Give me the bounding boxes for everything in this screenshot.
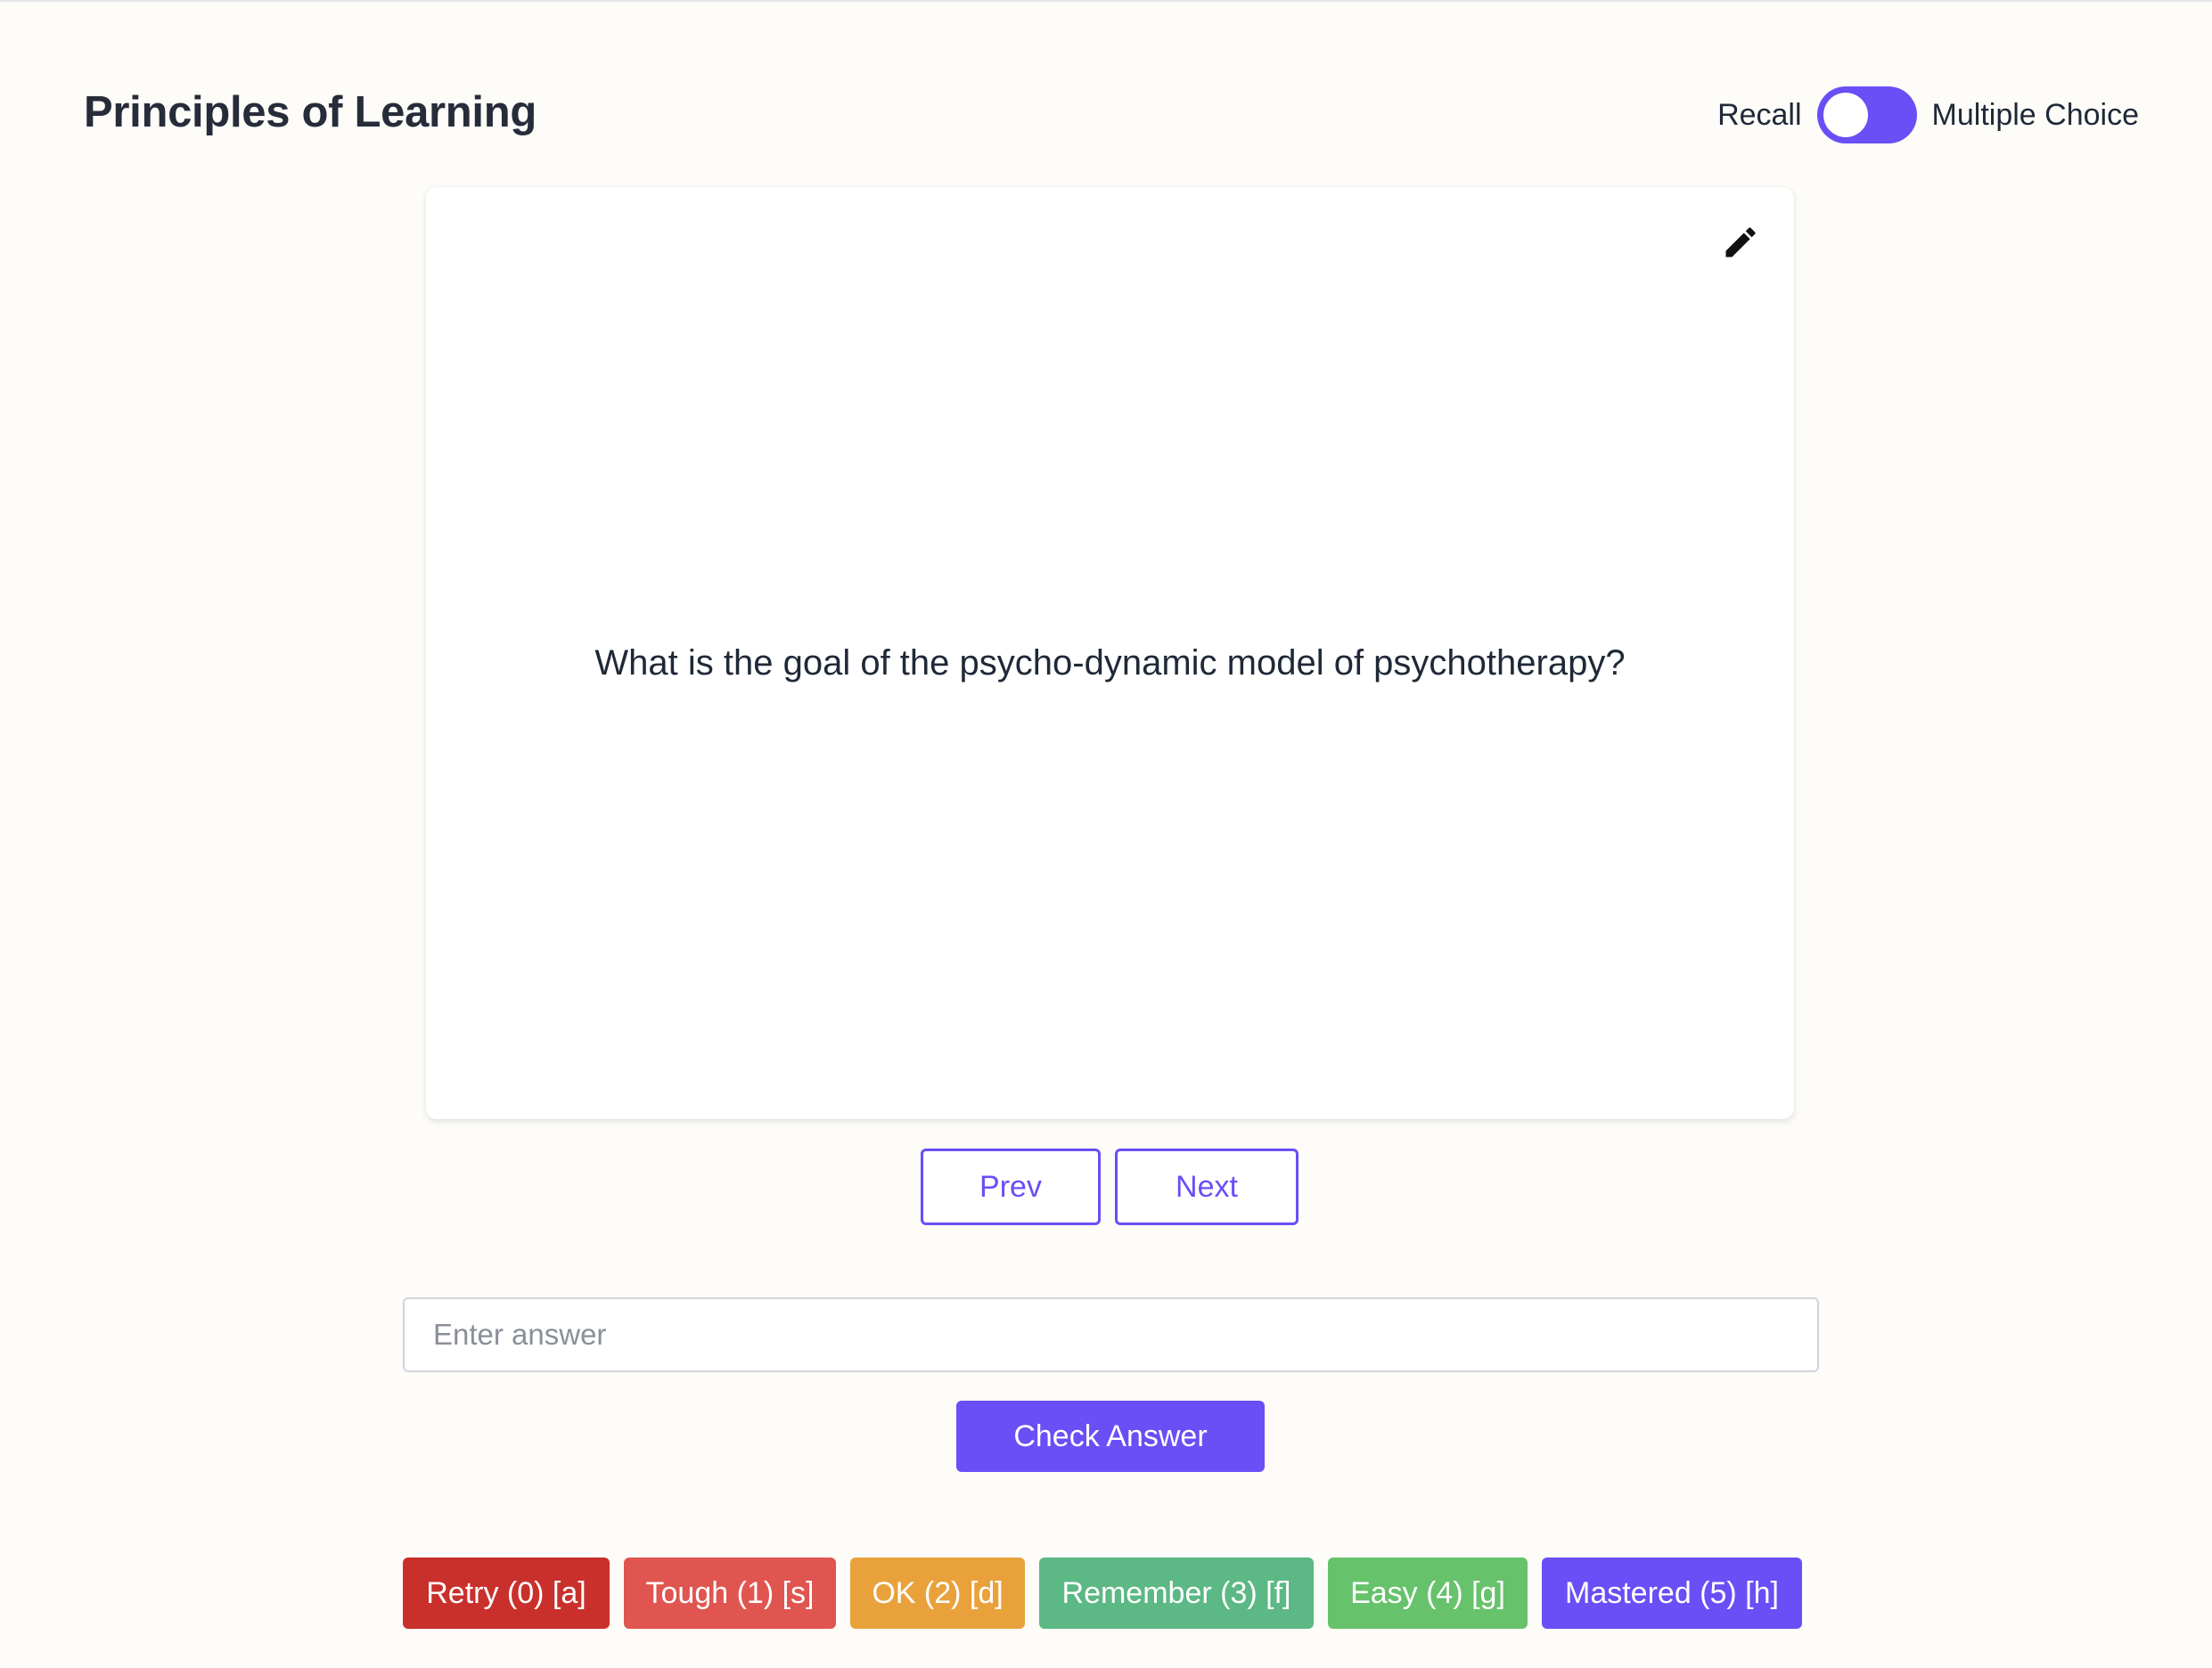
rating-remember-button[interactable]: Remember (3) [f] bbox=[1039, 1558, 1314, 1629]
rating-ok-button[interactable]: OK (2) [d] bbox=[850, 1558, 1025, 1629]
mode-toggle: Recall Multiple Choice bbox=[1717, 86, 2139, 143]
mode-switch-knob bbox=[1823, 93, 1868, 137]
check-answer-button[interactable]: Check Answer bbox=[956, 1401, 1265, 1472]
card-question: What is the goal of the psycho-dynamic m… bbox=[594, 643, 1626, 683]
mode-switch[interactable] bbox=[1816, 86, 1917, 143]
answer-input[interactable] bbox=[403, 1297, 1819, 1372]
multiple-choice-mode-label: Multiple Choice bbox=[1931, 97, 2139, 132]
recall-mode-label: Recall bbox=[1717, 97, 1802, 132]
rating-easy-button[interactable]: Easy (4) [g] bbox=[1328, 1558, 1528, 1629]
pencil-icon bbox=[1725, 227, 1756, 258]
edit-card-button[interactable] bbox=[1717, 219, 1764, 266]
card-navigation: Prev Next bbox=[921, 1149, 1299, 1225]
rating-retry-button[interactable]: Retry (0) [a] bbox=[403, 1558, 610, 1629]
rating-mastered-button[interactable]: Mastered (5) [h] bbox=[1542, 1558, 1802, 1629]
prev-button[interactable]: Prev bbox=[921, 1149, 1101, 1225]
rating-buttons: Retry (0) [a] Tough (1) [s] OK (2) [d] R… bbox=[403, 1558, 1802, 1629]
next-button[interactable]: Next bbox=[1115, 1149, 1299, 1225]
top-divider bbox=[0, 0, 2212, 2]
rating-tough-button[interactable]: Tough (1) [s] bbox=[624, 1558, 836, 1629]
page-title: Principles of Learning bbox=[84, 88, 537, 136]
flashcard: What is the goal of the psycho-dynamic m… bbox=[426, 187, 1794, 1119]
